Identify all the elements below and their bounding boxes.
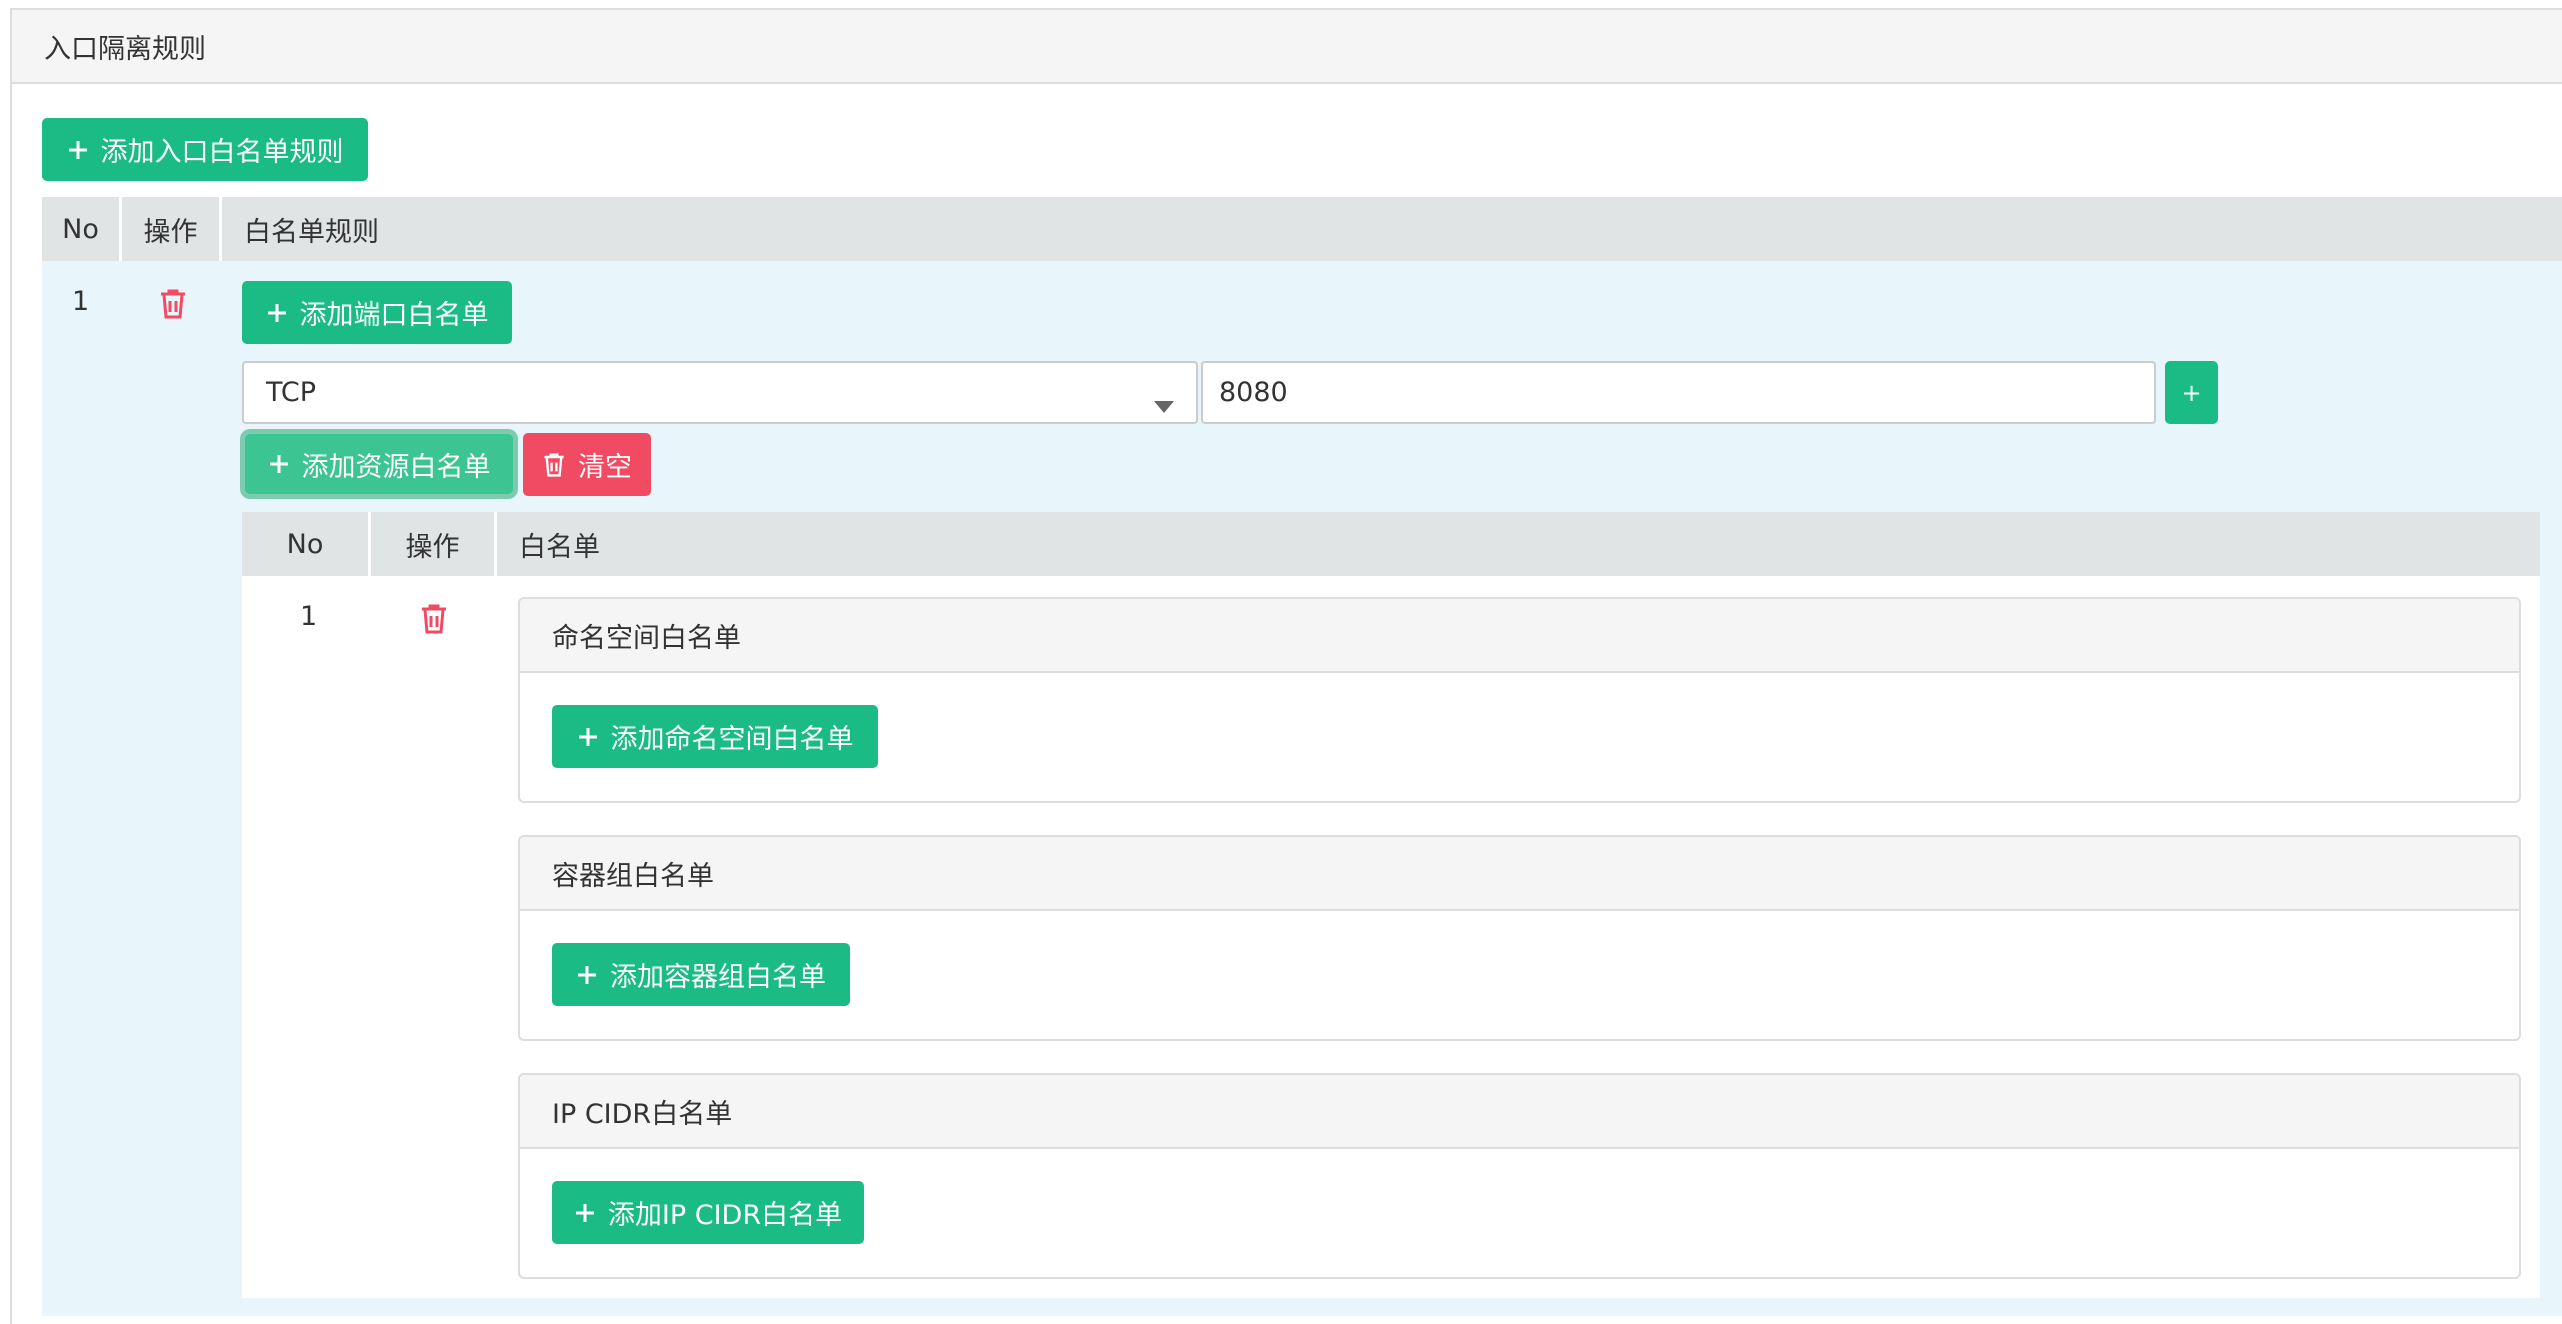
add-namespace-whitelist-button[interactable]: 添加命名空间白名单 [552,705,878,768]
plus-icon [268,453,290,475]
plus-icon [577,726,599,748]
header-no: No [42,197,122,261]
resource-table-header: No 操作 白名单 [242,512,2540,576]
add-pod-group-whitelist-button[interactable]: 添加容器组白名单 [552,943,850,1006]
plus-icon [576,964,598,986]
rules-table-header: No 操作 白名单规则 [42,197,2562,261]
inner-row-number: 1 [300,601,318,632]
inner-header-no: No [242,512,371,576]
add-ingress-rule-button[interactable]: 添加入口白名单规则 [42,118,368,181]
add-port-row-button[interactable]: + [2165,361,2218,424]
port-input[interactable]: 8080 [1201,361,2156,424]
add-ip-cidr-whitelist-button[interactable]: 添加IP CIDR白名单 [552,1181,864,1244]
add-port-whitelist-button[interactable]: 添加端口白名单 [242,281,512,344]
plus-icon [266,302,288,324]
namespace-whitelist-title: 命名空间白名单 [520,599,2519,673]
caret-down-icon [1154,389,1174,420]
pod-group-whitelist-title: 容器组白名单 [520,837,2519,911]
plus-icon [67,139,89,161]
protocol-select[interactable]: TCP [242,361,1198,424]
add-resource-whitelist-button[interactable]: 添加资源白名单 [245,434,513,494]
port-input-value: 8080 [1219,377,1288,408]
ip-cidr-whitelist-panel: IP CIDR白名单 [518,1073,2521,1279]
namespace-whitelist-panel: 命名空间白名单 [518,597,2521,803]
inner-header-whitelist: 白名单 [519,531,600,563]
header-rule: 白名单规则 [244,216,379,248]
protocol-select-value: TCP [266,377,317,408]
trash-icon[interactable] [419,603,449,639]
header-action: 操作 [122,197,222,261]
clear-button[interactable]: 清空 [523,433,651,496]
trash-icon [542,451,566,479]
trash-icon[interactable] [158,288,188,324]
plus-icon [574,1202,596,1224]
row-number: 1 [72,286,90,317]
pod-group-whitelist-panel: 容器组白名单 [518,835,2521,1041]
inner-header-action: 操作 [371,512,497,576]
ip-cidr-whitelist-title: IP CIDR白名单 [520,1075,2519,1149]
panel-heading: 入口隔离规则 [12,10,2562,84]
panel-title: 入口隔离规则 [44,33,206,65]
